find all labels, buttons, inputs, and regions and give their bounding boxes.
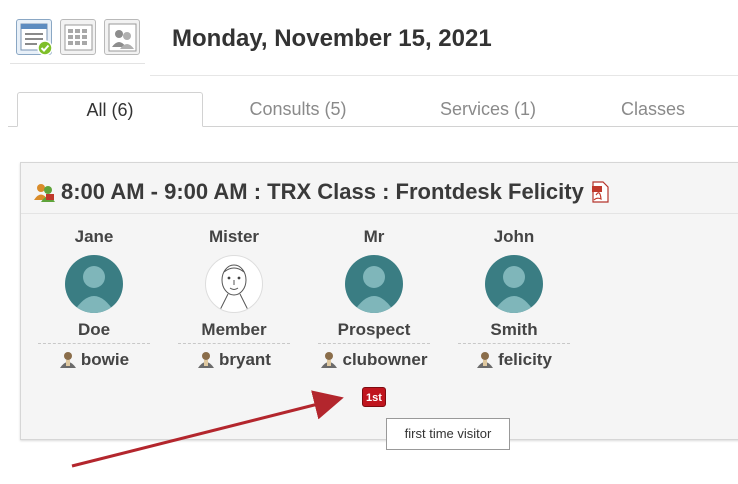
person-silhouette-icon <box>353 266 395 313</box>
avatar[interactable] <box>485 255 543 313</box>
avatar[interactable] <box>65 255 123 313</box>
tab-classes[interactable]: Classes <box>568 92 738 126</box>
avatar[interactable] <box>345 255 403 313</box>
view-switcher <box>16 19 140 56</box>
attendee-username: bowie <box>80 350 130 369</box>
attendee-first-name: Mister <box>208 227 260 246</box>
attendee-last-name: Doe <box>77 320 111 339</box>
person-silhouette-icon <box>73 266 115 313</box>
attendee-last-name: Prospect <box>337 320 411 339</box>
attendee-divider <box>458 343 570 344</box>
first-visit-badge[interactable]: 1st <box>362 387 386 407</box>
attendee-user: bryant <box>176 348 292 372</box>
tab-consults[interactable]: Consults (5) <box>203 92 393 126</box>
attendee-first-name: John <box>493 227 535 246</box>
session-header: 8:00 AM - 9:00 AM : TRX Class : Frontdes… <box>33 179 610 205</box>
attendee-card[interactable]: Mr Prospect clubowner <box>316 225 432 372</box>
attendee-card[interactable]: John Smith felicity <box>456 225 572 372</box>
tab-all[interactable]: All (6) <box>17 92 203 127</box>
people-view-button[interactable] <box>104 19 140 55</box>
attendee-username: bryant <box>219 350 271 369</box>
list-view-button[interactable] <box>16 19 53 56</box>
person-silhouette-icon <box>493 266 535 313</box>
avatar[interactable] <box>205 255 263 313</box>
page-title: Monday, November 15, 2021 <box>172 25 492 52</box>
attendee-first-name: Mr <box>363 227 385 246</box>
session-title: 8:00 AM - 9:00 AM : TRX Class : Frontdes… <box>61 179 584 204</box>
attendee-username: felicity <box>498 350 552 369</box>
attendee-last-name: Member <box>201 320 267 339</box>
tab-bar: All (6) Consults (5) Services (1) Classe… <box>8 92 738 127</box>
user-icon <box>59 352 76 368</box>
attendee-card[interactable]: Mister Member bryant <box>176 225 292 372</box>
badge-tooltip: first time visitor <box>386 418 510 450</box>
class-session-panel: 8:00 AM - 9:00 AM : TRX Class : Frontdes… <box>20 162 738 440</box>
attendee-card[interactable]: Jane Doe bowie <box>36 225 152 372</box>
class-group-icon <box>34 184 55 202</box>
attendee-last-name: Smith <box>490 320 538 339</box>
pdf-icon[interactable] <box>590 181 610 203</box>
tab-services[interactable]: Services (1) <box>393 92 583 126</box>
header-divider <box>150 75 738 76</box>
attendee-divider <box>38 343 150 344</box>
user-icon <box>321 352 338 368</box>
attendee-user: clubowner <box>316 348 432 372</box>
attendee-user: felicity <box>456 348 572 372</box>
people-view-icon <box>108 23 137 52</box>
sketch-portrait-icon <box>219 264 249 311</box>
grid-view-icon <box>64 24 93 51</box>
attendee-user: bowie <box>36 348 152 372</box>
user-icon <box>477 352 494 368</box>
attendee-divider <box>178 343 290 344</box>
list-view-icon <box>20 23 53 56</box>
session-divider <box>21 213 738 214</box>
toolbar-divider <box>10 63 145 64</box>
attendee-divider <box>318 343 430 344</box>
attendee-first-name: Jane <box>74 227 114 246</box>
user-icon <box>198 352 215 368</box>
attendee-username: clubowner <box>342 350 428 369</box>
grid-view-button[interactable] <box>60 19 96 55</box>
